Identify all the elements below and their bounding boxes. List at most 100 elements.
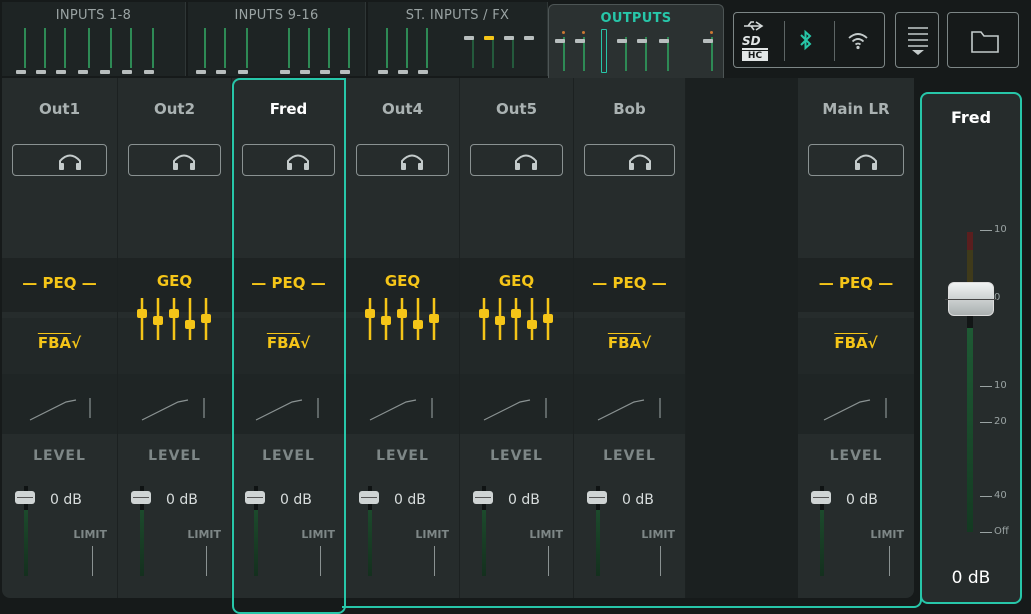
headphone-button[interactable]	[242, 144, 335, 176]
headphone-button[interactable]	[12, 144, 107, 176]
tab-outputs[interactable]: OUTPUTS	[548, 4, 724, 79]
limit-label: LIMIT	[870, 528, 904, 541]
headphone-icon	[55, 152, 85, 174]
headphone-icon	[283, 152, 313, 174]
headphone-icon	[625, 152, 655, 174]
peq-button[interactable]: — PEQ —	[574, 274, 685, 292]
fba-button[interactable]: FBA√	[574, 334, 685, 352]
scale-label: Off	[994, 526, 1009, 537]
main-fader-cap[interactable]	[945, 282, 997, 316]
compressor-graph[interactable]	[366, 396, 446, 426]
level-value: 0 dB	[394, 492, 426, 508]
headphone-button[interactable]	[128, 144, 221, 176]
tab-inputs-1-8[interactable]: INPUTS 1-8	[2, 2, 186, 76]
compressor-graph[interactable]	[252, 396, 332, 426]
fba-button[interactable]: FBA√	[798, 334, 914, 352]
peq-button[interactable]: — PEQ —	[798, 274, 914, 292]
headphone-button[interactable]	[808, 144, 904, 176]
level-fader-cap[interactable]	[811, 491, 831, 504]
strip-name: Bob	[613, 100, 646, 118]
limit-meter	[320, 546, 321, 576]
selected-channel-level: 0 dB	[951, 568, 991, 588]
level-value: 0 dB	[508, 492, 540, 508]
fba-button[interactable]: FBA√	[2, 334, 117, 352]
sdhc-icon[interactable]: SD HC	[742, 35, 768, 63]
geq-button[interactable]: GEQ	[118, 272, 231, 290]
level-value: 0 dB	[166, 492, 198, 508]
fba-label: FBA	[266, 334, 301, 352]
headphone-icon	[397, 152, 427, 174]
strip-out1[interactable]: Out1 — PEQ — FBA√ LEVEL 0 dB LIMIT	[2, 78, 118, 598]
headphone-button[interactable]	[584, 144, 675, 176]
level-fader-cap[interactable]	[359, 491, 379, 504]
bluetooth-icon[interactable]	[798, 29, 814, 55]
limit-label: LIMIT	[73, 528, 107, 541]
strip-out2[interactable]: Out2 GEQ LEVEL 0 dB LIMIT	[118, 78, 232, 598]
level-fader-cap[interactable]	[473, 491, 493, 504]
connectivity-group: SD HC	[733, 12, 885, 68]
level-value: 0 dB	[280, 492, 312, 508]
level-label: LEVEL	[603, 448, 656, 464]
strip-fred[interactable]: Fred — PEQ — FBA√ LEVEL 0 dB LIMIT	[232, 78, 346, 598]
compressor-graph[interactable]	[26, 396, 106, 426]
level-meter	[967, 232, 973, 532]
headphone-button[interactable]	[470, 144, 563, 176]
level-label: LEVEL	[262, 448, 315, 464]
headphone-icon	[169, 152, 199, 174]
compressor-graph[interactable]	[594, 396, 674, 426]
selected-channel-name: Fred	[950, 108, 992, 127]
level-value: 0 dB	[846, 492, 878, 508]
strip-bob[interactable]: Bob — PEQ — FBA√ LEVEL 0 dB LIMIT	[574, 78, 686, 598]
level-label: LEVEL	[490, 448, 543, 464]
selected-channel-fader-panel: Fred 10 0 10 20 40 Off 0 dB	[920, 92, 1022, 604]
peq-button[interactable]: — PEQ —	[2, 274, 117, 292]
level-value: 0 dB	[50, 492, 82, 508]
geq-button[interactable]: GEQ	[346, 272, 459, 290]
geq-faders-icon	[137, 298, 211, 340]
peq-button[interactable]: — PEQ —	[232, 274, 345, 292]
wifi-icon[interactable]	[846, 29, 870, 55]
strip-out5[interactable]: Out5 GEQ LEVEL 0 dB LIMIT	[460, 78, 574, 598]
limit-label: LIMIT	[415, 528, 449, 541]
geq-button[interactable]: GEQ	[460, 272, 573, 290]
headphone-icon	[511, 152, 541, 174]
menu-icon	[906, 25, 930, 61]
limit-meter	[548, 546, 549, 576]
scale-label: 10	[994, 380, 1007, 391]
fba-label: FBA	[37, 334, 72, 352]
level-fader-cap[interactable]	[587, 491, 607, 504]
folder-button[interactable]	[947, 12, 1019, 68]
hc-label: HC	[742, 51, 768, 61]
menu-button[interactable]	[895, 12, 939, 68]
strip-name: Out4	[381, 100, 424, 118]
geq-faders-icon	[479, 298, 553, 340]
level-fader-cap[interactable]	[245, 491, 265, 504]
fba-button[interactable]: FBA√	[232, 334, 345, 352]
fba-label: FBA	[607, 334, 642, 352]
level-fader-cap[interactable]	[15, 491, 35, 504]
sd-label: SD	[742, 34, 761, 48]
strip-main-lr[interactable]: Main LR — PEQ — FBA√ LEVEL 0 dB LIMIT	[798, 78, 914, 598]
output-strips-panel: Out1 — PEQ — FBA√ LEVEL 0 dB LIMIT Out2 …	[2, 78, 914, 598]
level-label: LEVEL	[829, 448, 883, 464]
eq-label: PEQ	[271, 274, 306, 292]
tab-label: INPUTS 9-16	[234, 8, 319, 23]
eq-label: GEQ	[498, 272, 535, 290]
limit-meter	[434, 546, 435, 576]
tab-st-inputs-fx[interactable]: ST. INPUTS / FX	[368, 2, 548, 76]
empty-strip	[686, 78, 798, 598]
tab-label: ST. INPUTS / FX	[405, 8, 510, 23]
compressor-graph[interactable]	[138, 396, 218, 426]
strip-name: Main LR	[822, 100, 890, 118]
level-label: LEVEL	[376, 448, 429, 464]
strip-out4[interactable]: Out4 GEQ LEVEL 0 dB LIMIT	[346, 78, 460, 598]
headphone-button[interactable]	[356, 144, 449, 176]
eq-label: PEQ	[839, 274, 873, 292]
limit-label: LIMIT	[641, 528, 675, 541]
tab-inputs-9-16[interactable]: INPUTS 9-16	[188, 2, 366, 76]
compressor-graph[interactable]	[480, 396, 560, 426]
fba-label: FBA	[834, 334, 868, 352]
compressor-graph[interactable]	[820, 396, 900, 426]
scale-label: 20	[994, 416, 1007, 427]
level-fader-cap[interactable]	[131, 491, 151, 504]
